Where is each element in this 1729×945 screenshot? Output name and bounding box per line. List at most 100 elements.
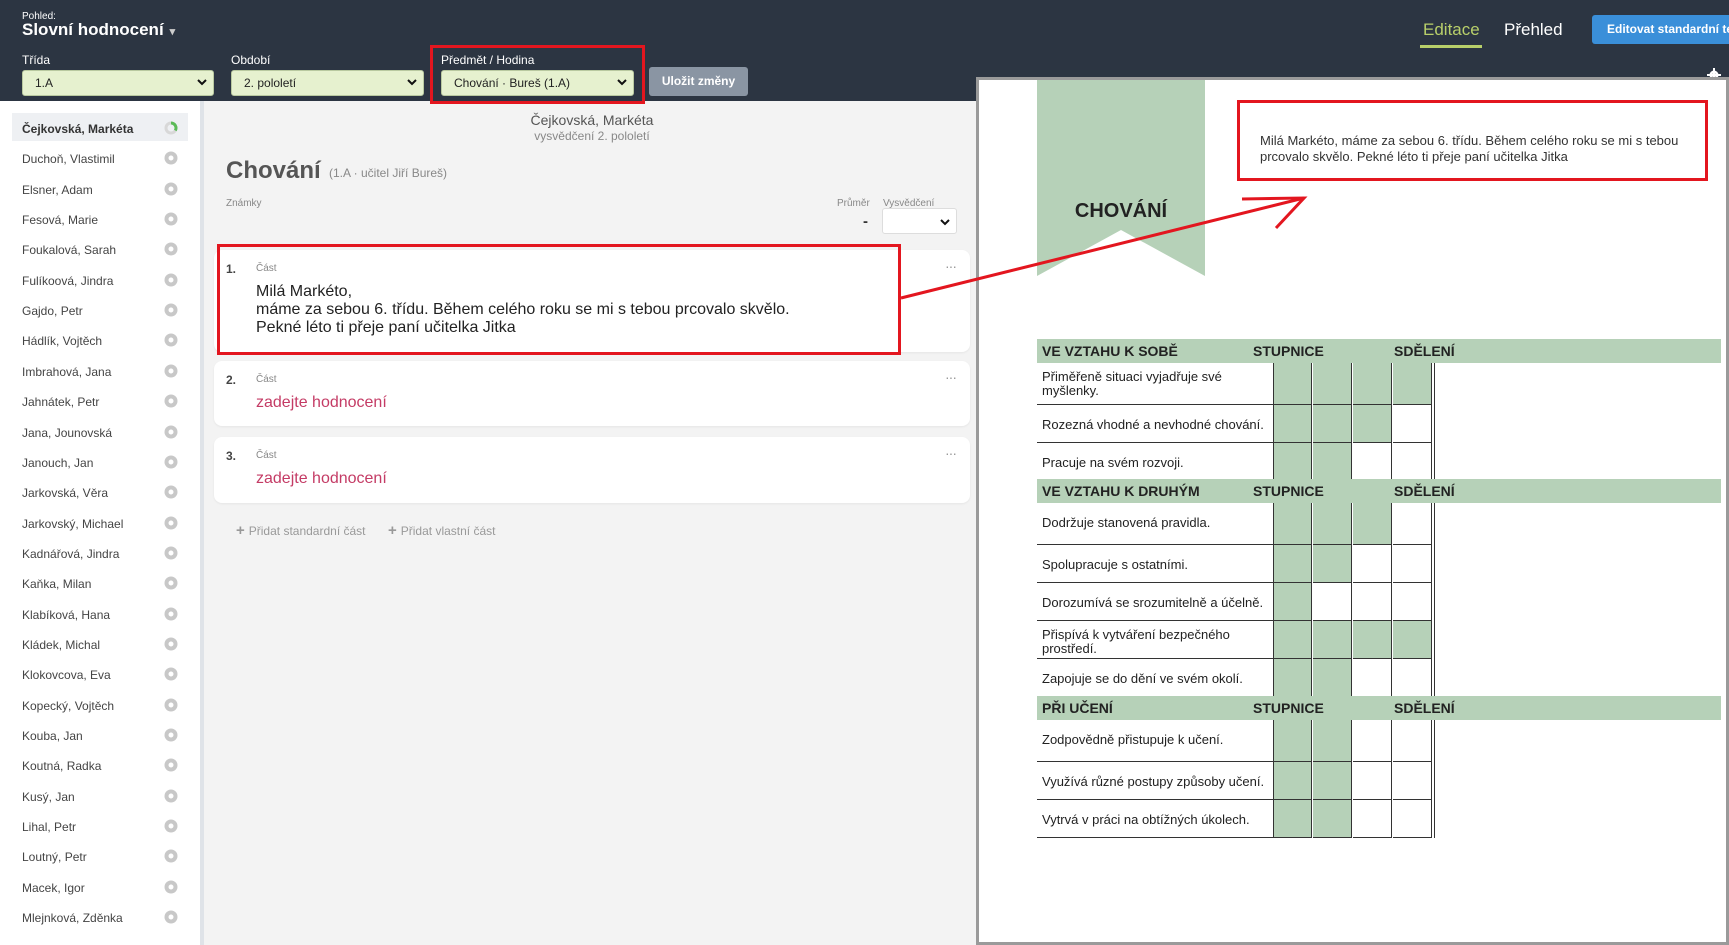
more-options-icon[interactable]: ··· xyxy=(945,258,957,274)
evaluation-part-1[interactable]: 1. Část ··· Milá Markéto, máme za sebou 6… xyxy=(214,250,970,352)
part-placeholder[interactable]: zadejte hodnocení xyxy=(256,470,387,488)
add-standard-part-label: Přidat standardní část xyxy=(248,524,366,538)
save-changes-button[interactable]: Uložit změny xyxy=(649,67,748,96)
student-list-item[interactable]: Kouba, Jan xyxy=(12,720,188,748)
criterion-row: Spolupracuje s ostatními. xyxy=(1037,545,1721,583)
part-number: 2. xyxy=(226,373,237,387)
scale-cell xyxy=(1393,405,1432,443)
status-circle-icon xyxy=(164,698,178,712)
more-options-icon[interactable]: ··· xyxy=(945,445,957,461)
student-list-item[interactable]: Jana, Jounovská xyxy=(12,417,188,445)
student-list-item[interactable]: Klabíková, Hana xyxy=(12,599,188,627)
scale-cell xyxy=(1393,443,1432,481)
student-list-item[interactable]: Klokovcova, Eva xyxy=(12,659,188,687)
student-list-item[interactable]: Fulíkoová, Jindra xyxy=(12,265,188,293)
student-list-item[interactable]: Jahnátek, Petr xyxy=(12,386,188,414)
progress-ring-icon xyxy=(164,121,178,135)
scale-cell xyxy=(1273,545,1312,583)
more-options-icon[interactable]: ··· xyxy=(945,369,957,385)
status-circle-icon xyxy=(164,819,178,833)
student-name-label: Fesová, Marie xyxy=(22,213,99,228)
student-list-item[interactable]: Jarkovský, Michael xyxy=(12,508,188,536)
scale-cell xyxy=(1273,443,1312,481)
student-list-item[interactable]: Macek, Igor xyxy=(12,872,188,900)
status-circle-icon xyxy=(164,212,178,226)
add-own-part-label: Přidat vlastní část xyxy=(400,524,496,538)
student-list-item[interactable]: Kládek, Michal xyxy=(12,629,188,657)
scale-cell xyxy=(1273,405,1312,443)
student-list-item[interactable]: Jarkovská, Věra xyxy=(12,477,188,505)
view-selector[interactable]: Slovní hodnocení ▾ xyxy=(22,20,175,40)
average-value: - xyxy=(863,213,868,230)
section-scale: STUPNICE xyxy=(1253,343,1324,359)
scale-cell xyxy=(1273,720,1312,762)
student-name-label: Jarkovský, Michael xyxy=(22,516,124,531)
criterion-text: Spolupracuje s ostatními. xyxy=(1042,557,1188,572)
class-select[interactable]: 1.A xyxy=(22,70,214,96)
student-name-label: Klokovcova, Eva xyxy=(22,668,111,683)
student-list-item[interactable]: Mlejnková, Zděnka xyxy=(12,902,188,930)
student-list-item[interactable]: Gajdo, Petr xyxy=(12,295,188,323)
student-name-label: Koutná, Radka xyxy=(22,759,102,774)
student-list-item[interactable]: Koutná, Radka xyxy=(12,750,188,778)
status-circle-icon xyxy=(164,485,178,499)
add-own-part-button[interactable]: + Přidat vlastní část xyxy=(388,522,495,539)
add-standard-part-button[interactable]: + Přidat standardní část xyxy=(236,522,366,539)
student-list-item[interactable]: Fesová, Marie xyxy=(12,204,188,232)
part-text-line: máme za sebou 6. třídu. Během celého rok… xyxy=(256,301,790,318)
part-text[interactable]: Milá Markéto, máme za sebou 6. třídu. Běh… xyxy=(256,283,790,337)
student-name-label: Hádlík, Vojtěch xyxy=(22,334,103,349)
preview-section-header: VE VZTAHU K SOBĚ STUPNICE SDĚLENÍ xyxy=(1037,339,1721,363)
scale-cell xyxy=(1353,545,1392,583)
active-tab-underline xyxy=(1420,45,1482,48)
tab-prehled[interactable]: Přehled xyxy=(1504,20,1563,40)
student-list-item[interactable]: Kaňka, Milan xyxy=(12,568,188,596)
student-name-label: Jahnátek, Petr xyxy=(22,395,100,410)
student-list-item[interactable]: Loutný, Petr xyxy=(12,841,188,869)
evaluation-part-2[interactable]: 2. Část ··· zadejte hodnocení xyxy=(214,361,970,426)
part-number: 3. xyxy=(226,449,237,463)
subject-select[interactable]: Chování · Bureš (1.A) xyxy=(441,70,634,96)
criterion-row: Pracuje na svém rozvoji. xyxy=(1037,443,1721,481)
scale-cell xyxy=(1273,503,1312,545)
status-circle-icon xyxy=(164,849,178,863)
certificate-grade-select[interactable] xyxy=(882,208,957,234)
criterion-row: Přispívá k vytváření bezpečného prostřed… xyxy=(1037,621,1721,659)
scale-cell xyxy=(1353,720,1392,762)
tab-editace[interactable]: Editace xyxy=(1423,20,1480,40)
status-circle-icon xyxy=(164,880,178,894)
subject-select-value: Chování · Bureš (1.A) xyxy=(454,76,571,90)
criterion-row: Dodržuje stanovená pravidla. xyxy=(1037,503,1721,545)
student-list-item[interactable]: Kusý, Jan xyxy=(12,781,188,809)
preview-message: Milá Markéto, máme za sebou 6. třídu. Bě… xyxy=(1260,133,1679,164)
student-list-item[interactable]: Hádlík, Vojtěch xyxy=(12,325,188,353)
scale-cell xyxy=(1313,659,1352,697)
edit-standard-texts-button[interactable]: Editovat standardní tex xyxy=(1592,15,1729,44)
criterion-row: Zodpovědně přistupuje k učení. xyxy=(1037,720,1721,762)
student-list-item[interactable]: Lihal, Petr xyxy=(12,811,188,839)
student-list-item[interactable]: Janouch, Jan xyxy=(12,447,188,475)
part-text-line: Milá Markéto, xyxy=(256,283,353,300)
marks-label: Známky xyxy=(226,198,262,209)
report-preview: CHOVÁNÍ Milá Markéto, máme za sebou 6. t… xyxy=(976,77,1729,945)
student-list-item[interactable]: Čejkovská, Markéta xyxy=(12,113,188,141)
student-name-label: Duchoň, Vlastimil xyxy=(22,152,115,167)
status-circle-icon xyxy=(164,728,178,742)
student-name: Čejkovská, Markéta xyxy=(530,112,654,128)
chevron-down-icon xyxy=(407,79,417,86)
section-scale: STUPNICE xyxy=(1253,700,1324,716)
part-text-line: Pekné léto ti přeje paní učitelka Jitka xyxy=(256,319,516,336)
student-list-item[interactable]: Kadnářová, Jindra xyxy=(12,538,188,566)
student-list-item[interactable]: Duchoň, Vlastimil xyxy=(12,143,188,171)
student-list-item[interactable]: Foukalová, Sarah xyxy=(12,234,188,262)
criterion-text: Přispívá k vytváření bezpečného prostřed… xyxy=(1042,627,1230,656)
part-placeholder[interactable]: zadejte hodnocení xyxy=(256,394,387,412)
student-name-label: Macek, Igor xyxy=(22,880,85,895)
status-circle-icon xyxy=(164,516,178,530)
period-select[interactable]: 2. pololetí xyxy=(231,70,424,96)
student-list-item[interactable]: Kopecký, Vojtěch xyxy=(12,690,188,718)
student-list-item[interactable]: Elsner, Adam xyxy=(12,174,188,202)
evaluation-part-3[interactable]: 3. Část ··· zadejte hodnocení xyxy=(214,437,970,503)
status-circle-icon xyxy=(164,303,178,317)
student-list-item[interactable]: Imbrahová, Jana xyxy=(12,356,188,384)
